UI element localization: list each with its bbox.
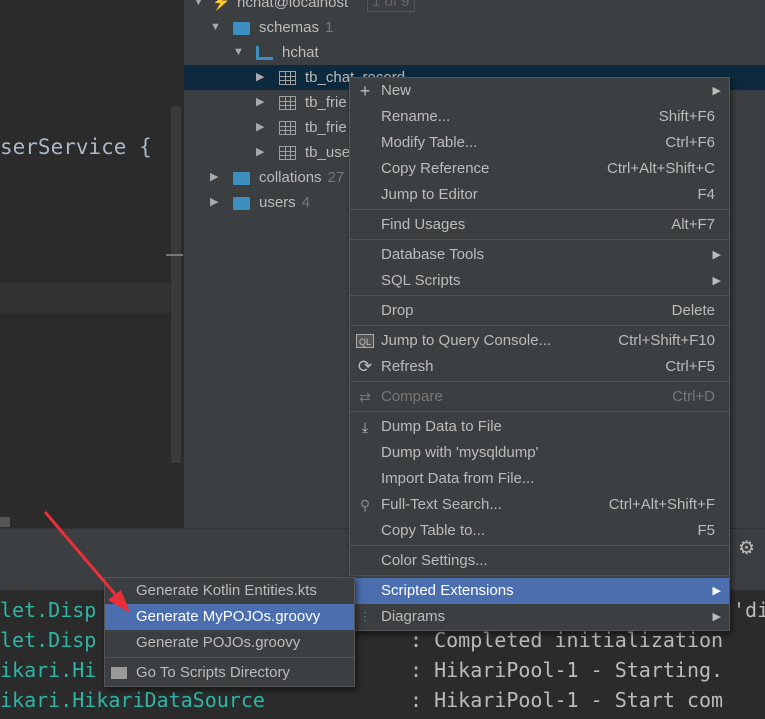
folder-icon [111, 667, 127, 679]
table-icon [279, 71, 296, 85]
schema-icon [256, 46, 273, 60]
submenu-arrow-icon: ▶ [712, 85, 721, 97]
submenu-arrow-icon: ▶ [712, 585, 721, 597]
plus-icon: + [359, 81, 371, 101]
connection-icon: ⚡ [212, 0, 231, 11]
editor-scrollbar[interactable] [171, 106, 181, 463]
submenu-arrow-icon: ▶ [712, 249, 721, 261]
tree-connection[interactable]: ▼ ⚡ hchat@localhost 1 of 9 [184, 0, 765, 15]
context-menu: + New ▶ Rename... Shift+F6 Modify Table... C… [349, 77, 730, 631]
submenu-item-go-to-scripts[interactable]: Go To Scripts Directory [105, 660, 354, 686]
submenu-item-pojos[interactable]: Generate POJOs.groovy [105, 630, 354, 656]
menu-item-full-text-search[interactable]: ⚲ Full-Text Search... Ctrl+Alt+Shift+F [350, 492, 729, 518]
menu-item-sql-scripts[interactable]: SQL Scripts ▶ [350, 268, 729, 294]
scripted-extensions-submenu: Generate Kotlin Entities.kts Generate My… [104, 577, 355, 687]
table-icon [279, 121, 296, 135]
menu-item-jump-to-editor[interactable]: Jump to Editor F4 [350, 182, 729, 208]
menu-item-dump-mysqldump[interactable]: Dump with 'mysqldump' [350, 440, 729, 466]
menu-item-import-data[interactable]: Import Data from File... [350, 466, 729, 492]
menu-item-database-tools[interactable]: Database Tools ▶ [350, 242, 729, 268]
menu-item-jump-to-query-console[interactable]: QL Jump to Query Console... Ctrl+Shift+F10 [350, 328, 729, 354]
submenu-item-my-pojos[interactable]: Generate MyPOJOs.groovy [105, 604, 354, 630]
horizontal-scrollbar[interactable] [0, 517, 10, 527]
menu-item-dump-data[interactable]: ⤓ Dump Data to File [350, 414, 729, 440]
menu-item-modify-table[interactable]: Modify Table... Ctrl+F6 [350, 130, 729, 156]
folder-icon [233, 22, 250, 35]
tree-schema-hchat[interactable]: ▼ hchat [184, 40, 765, 65]
menu-item-copy-reference[interactable]: Copy Reference Ctrl+Alt+Shift+C [350, 156, 729, 182]
current-line-highlight [0, 283, 170, 313]
search-icon: ⚲ [359, 497, 371, 513]
menu-item-color-settings[interactable]: Color Settings... [350, 548, 729, 574]
folder-icon [233, 172, 250, 185]
table-icon [279, 146, 296, 160]
submenu-arrow-icon: ▶ [712, 611, 721, 623]
code-line: serService { [0, 135, 152, 159]
gear-icon[interactable]: ⚙ [738, 537, 755, 560]
menu-item-find-usages[interactable]: Find Usages Alt+F7 [350, 212, 729, 238]
submenu-arrow-icon: ▶ [712, 275, 721, 287]
menu-item-compare: ⇄ Compare Ctrl+D [350, 384, 729, 410]
refresh-icon: ⟳ [357, 357, 373, 376]
compare-icon: ⇄ [359, 389, 371, 405]
menu-item-scripted-extensions[interactable]: Scripted Extensions ▶ [350, 578, 729, 604]
tree-schemas[interactable]: ▼ schemas 1 [184, 15, 765, 40]
download-icon: ⤓ [361, 419, 369, 435]
menu-item-copy-table[interactable]: Copy Table to... F5 [350, 518, 729, 544]
table-icon [279, 96, 296, 110]
diagram-icon: ⫶ [363, 609, 367, 625]
menu-item-refresh[interactable]: ⟳ Refresh Ctrl+F5 [350, 354, 729, 380]
menu-item-rename[interactable]: Rename... Shift+F6 [350, 104, 729, 130]
menu-item-drop[interactable]: Drop Delete [350, 298, 729, 324]
query-console-icon: QL [356, 334, 374, 348]
menu-item-new[interactable]: + New ▶ [350, 78, 729, 104]
submenu-item-kotlin-entities[interactable]: Generate Kotlin Entities.kts [105, 578, 354, 604]
code-editor[interactable]: serService { [0, 0, 184, 528]
folder-icon [233, 197, 250, 210]
scroll-marker [166, 254, 183, 256]
menu-item-diagrams[interactable]: ⫶ Diagrams ▶ [350, 604, 729, 630]
